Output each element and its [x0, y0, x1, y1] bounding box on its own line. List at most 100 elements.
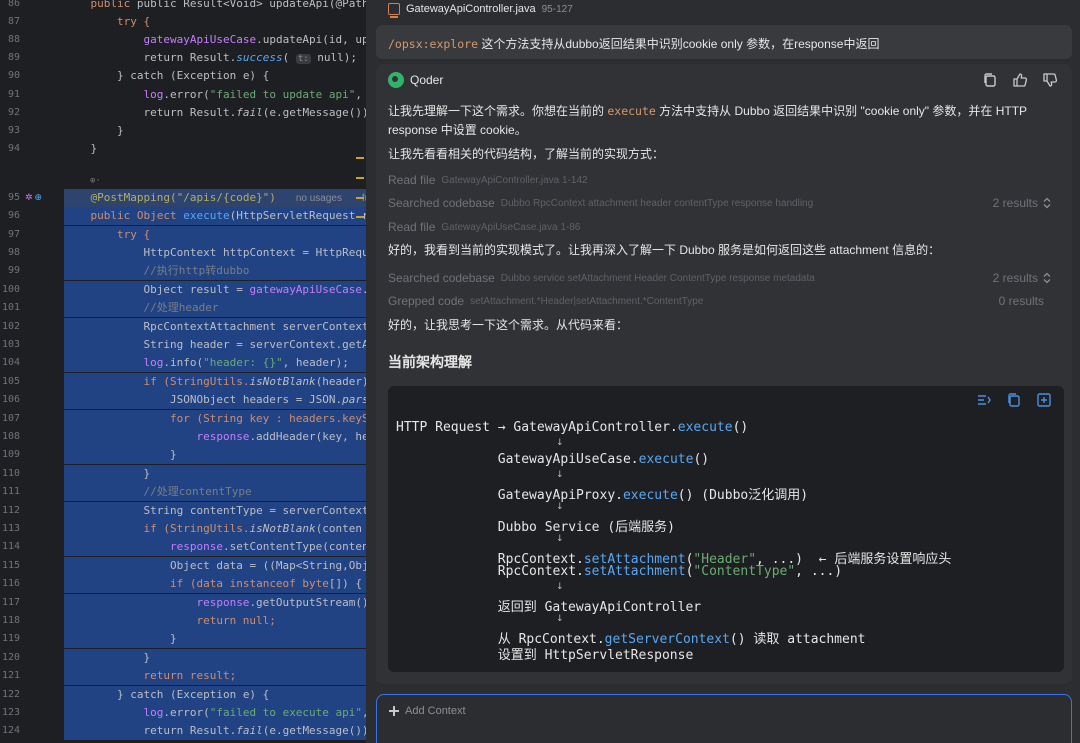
- code-line-120[interactable]: }: [64, 630, 366, 649]
- code-line-103[interactable]: RpcContextAttachment serverContext: [64, 318, 366, 337]
- code-line-102[interactable]: //处理header: [64, 299, 366, 318]
- code-line-101[interactable]: Object result = gatewayApiUseCase.: [64, 281, 366, 300]
- chevron-updown-icon[interactable]: [1042, 272, 1052, 284]
- file-reference-chip[interactable]: GatewayApiController.java 95-127: [388, 0, 573, 18]
- line-number[interactable]: 105: [0, 376, 20, 387]
- line-number[interactable]: 114: [0, 541, 20, 552]
- code-line-121[interactable]: }: [64, 649, 366, 668]
- line-number[interactable]: 101: [0, 302, 20, 313]
- code-line-106[interactable]: if (StringUtils.isNotBlank(header): [64, 373, 366, 392]
- code-line-88[interactable]: gatewayApiUseCase.updateApi(id, up: [64, 31, 366, 49]
- code-line-123[interactable]: } catch (Exception e) {: [64, 686, 366, 705]
- line-number[interactable]: 102: [0, 321, 20, 332]
- scroll-marker[interactable]: [356, 157, 364, 159]
- line-number[interactable]: 122: [0, 689, 20, 700]
- code-line-93[interactable]: }: [64, 122, 366, 140]
- code-line-115[interactable]: response.setContentType(conten: [64, 538, 366, 557]
- code-editor[interactable]: 86 87 88 89 90 91 92 93 94 95 96 97 98 99 100 101 102 103…: [0, 0, 366, 743]
- line-number[interactable]: 117: [0, 597, 20, 608]
- spring-bean-icon[interactable]: ✲: [25, 193, 33, 203]
- code-line-110[interactable]: }: [64, 446, 366, 465]
- fold-marker[interactable]: ⊕·: [90, 176, 101, 186]
- code-line-113[interactable]: String contentType = serverContext: [64, 502, 366, 521]
- line-number[interactable]: 109: [0, 449, 20, 460]
- scroll-marker[interactable]: [356, 216, 364, 218]
- code-line-122[interactable]: return result;: [64, 667, 366, 686]
- add-context-button[interactable]: Add Context: [389, 705, 466, 717]
- line-number[interactable]: 120: [0, 652, 20, 663]
- code-line-90[interactable]: } catch (Exception e) {: [64, 67, 366, 85]
- line-number[interactable]: 90: [0, 70, 20, 81]
- code-line-112[interactable]: //处理contentType: [64, 483, 366, 502]
- line-number[interactable]: 108: [0, 431, 20, 442]
- line-number[interactable]: 91: [0, 89, 20, 100]
- usages-hint[interactable]: no usages: [296, 193, 342, 204]
- scroll-marker[interactable]: [356, 177, 364, 179]
- line-number[interactable]: 88: [0, 34, 20, 45]
- code-line-97[interactable]: public Object execute(HttpServletRequest…: [64, 207, 366, 226]
- code-line-99[interactable]: HttpContext httpContext = HttpRequ: [64, 244, 366, 263]
- code-line-108[interactable]: for (String key : headers.keyS: [64, 410, 366, 429]
- scroll-marker[interactable]: [356, 197, 364, 199]
- code-line-124[interactable]: log.error("failed to execute api",: [64, 704, 366, 723]
- line-number[interactable]: 124: [0, 725, 20, 736]
- gutter-icons[interactable]: ✲ ⊕: [25, 193, 42, 203]
- tool-call-row[interactable]: Searched codebase Dubbo RpcContext attach…: [388, 193, 1064, 213]
- thumbs-down-icon[interactable]: [1042, 72, 1058, 88]
- line-number[interactable]: 95: [0, 192, 20, 203]
- line-number[interactable]: 98: [0, 247, 20, 258]
- code-line-114[interactable]: if (StringUtils.isNotBlank(conten: [64, 520, 366, 539]
- code-line-117[interactable]: if (data instanceof byte[]) {: [64, 575, 366, 594]
- code-line-98[interactable]: try {: [64, 226, 366, 245]
- line-number[interactable]: 97: [0, 229, 20, 240]
- code-line-91[interactable]: log.error("failed to update api",: [64, 86, 366, 104]
- code-line-100[interactable]: //执行http转dubbo: [64, 262, 366, 281]
- code-line-107[interactable]: JSONObject headers = JSON.pars: [64, 391, 366, 410]
- chat-input[interactable]: Add Context: [376, 694, 1072, 743]
- code-line-86[interactable]: public public Result<Void> updateApi(@Pa…: [64, 0, 366, 13]
- line-number[interactable]: 121: [0, 670, 20, 681]
- line-number[interactable]: 86: [0, 0, 20, 9]
- code-line-87[interactable]: try {: [64, 13, 366, 31]
- copy-icon[interactable]: [982, 72, 998, 88]
- line-number[interactable]: 107: [0, 413, 20, 424]
- code-line-125[interactable]: return Result.fail(e.getMessage()): [64, 722, 366, 741]
- code-line-111[interactable]: }: [64, 465, 366, 484]
- code-line-109[interactable]: response.addHeader(key, he: [64, 428, 366, 447]
- line-number[interactable]: 112: [0, 505, 20, 516]
- tool-call-row[interactable]: Searched codebase Dubbo service setAttach…: [388, 268, 1064, 288]
- line-number[interactable]: 115: [0, 560, 20, 571]
- line-number[interactable]: 92: [0, 107, 20, 118]
- line-number[interactable]: 104: [0, 357, 20, 368]
- wrap-icon[interactable]: [976, 392, 992, 408]
- line-number[interactable]: 89: [0, 52, 20, 63]
- code-line-94[interactable]: }: [64, 140, 366, 158]
- code-line-105[interactable]: log.info("header: {}", header);: [64, 354, 366, 373]
- line-number[interactable]: 106: [0, 394, 20, 405]
- line-number[interactable]: 123: [0, 707, 20, 718]
- tool-call-row[interactable]: Grepped code setAttachment.*Header|setAtt…: [388, 291, 1064, 311]
- line-number[interactable]: 116: [0, 578, 20, 589]
- code-line-119[interactable]: return null;: [64, 612, 366, 631]
- thumbs-up-icon[interactable]: [1012, 72, 1028, 88]
- copy-icon[interactable]: [1006, 392, 1022, 408]
- line-number[interactable]: 103: [0, 339, 20, 350]
- line-number[interactable]: 100: [0, 284, 20, 295]
- line-number[interactable]: 118: [0, 615, 20, 626]
- code-line-118[interactable]: response.getOutputStream(): [64, 594, 366, 613]
- insert-icon[interactable]: [1036, 392, 1052, 408]
- line-number[interactable]: 110: [0, 468, 20, 479]
- code-line-96[interactable]: @PostMapping("/apis/{code}") no usages f…: [64, 189, 366, 208]
- line-number[interactable]: 93: [0, 125, 20, 136]
- line-number[interactable]: 94: [0, 143, 20, 154]
- code-line-92[interactable]: return Result.fail(e.getMessage()): [64, 104, 366, 122]
- tool-call-row[interactable]: Read file GatewayApiController.java 1-142: [388, 170, 1064, 190]
- tool-call-row[interactable]: Read file GatewayApiUseCase.java 1-86: [388, 217, 1064, 237]
- line-number[interactable]: 96: [0, 210, 20, 221]
- mapping-icon[interactable]: ⊕: [35, 193, 43, 203]
- line-number[interactable]: 87: [0, 16, 20, 27]
- line-number[interactable]: 111: [0, 486, 20, 497]
- line-number[interactable]: 119: [0, 633, 20, 644]
- line-number[interactable]: 113: [0, 523, 20, 534]
- code-line-89[interactable]: return Result.success( t: null);: [64, 49, 366, 67]
